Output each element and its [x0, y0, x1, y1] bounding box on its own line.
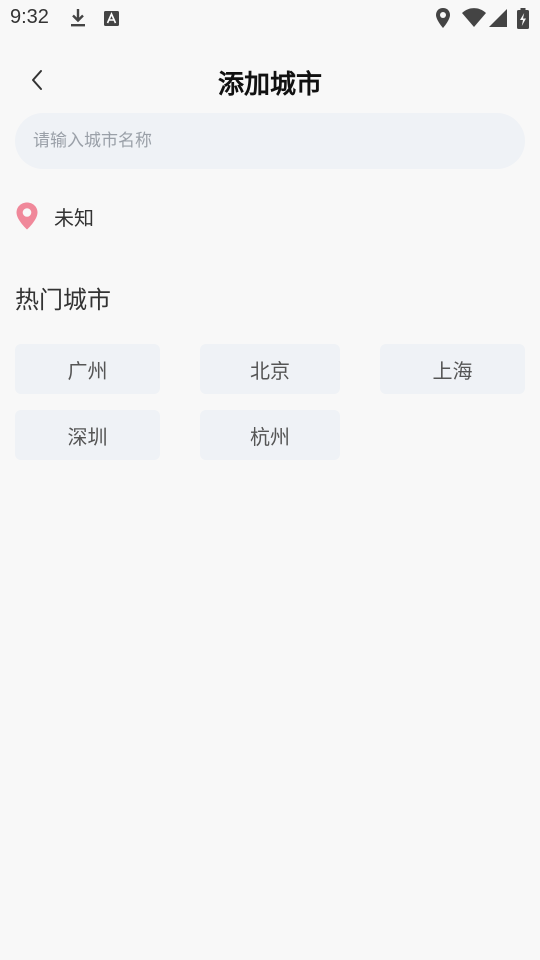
location-icon: [433, 6, 453, 30]
location-text: 未知: [54, 205, 94, 230]
a-badge-icon: [103, 6, 121, 30]
current-location[interactable]: 未知: [15, 196, 94, 236]
status-bar: 9:32: [0, 0, 540, 36]
page-title: 添加城市: [217, 70, 322, 100]
status-time: 9:32: [10, 6, 49, 28]
back-button[interactable]: [18, 62, 56, 102]
city-button-hangzhou[interactable]: 杭州: [200, 410, 340, 460]
city-button-beijing[interactable]: 北京: [200, 344, 340, 394]
city-button-shanghai[interactable]: 上海: [380, 344, 525, 394]
wifi-icon: [461, 6, 487, 30]
city-button-shenzhen[interactable]: 深圳: [15, 410, 160, 460]
header: 添加城市: [0, 56, 540, 108]
chevron-left-icon: [29, 68, 45, 96]
hot-cities-title: 热门城市: [15, 286, 111, 314]
search-box[interactable]: [15, 113, 525, 169]
city-button-guangzhou[interactable]: 广州: [15, 344, 160, 394]
add-city-screen: 9:32 添加城市 请输入城市名称 未知 热门城市 广州 北京 上海 深圳 杭州: [0, 0, 540, 960]
location-pin-icon: [15, 201, 39, 231]
battery-charging-icon: [516, 6, 530, 30]
city-search-input[interactable]: [31, 130, 509, 152]
download-icon: [68, 6, 88, 30]
signal-icon: [488, 6, 508, 30]
